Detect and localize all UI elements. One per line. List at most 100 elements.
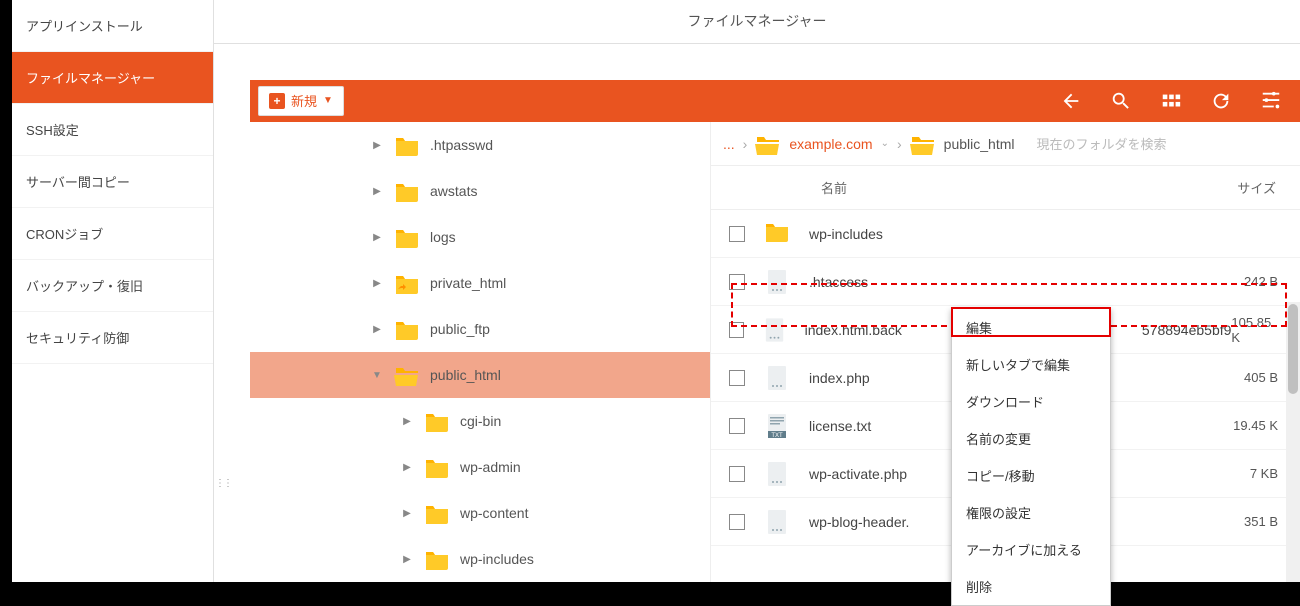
context-menu: 編集新しいタブで編集ダウンロード名前の変更コピー/移動権限の設定アーカイブに加え… <box>951 308 1111 606</box>
tree-item-label: wp-includes <box>460 551 534 567</box>
sidebar-item[interactable]: サーバー間コピー <box>12 156 213 208</box>
refresh-icon[interactable] <box>1210 90 1232 112</box>
expander-icon[interactable]: ▼ <box>370 370 384 381</box>
context-menu-item[interactable]: ダウンロード <box>952 383 1110 420</box>
tree-item[interactable]: ▶ .htpasswd <box>250 122 710 168</box>
tree-item[interactable]: ▶ private_html <box>250 260 710 306</box>
folder-icon <box>424 548 450 570</box>
sidebar-item[interactable]: セキュリティ防御 <box>12 312 213 364</box>
sidebar: アプリインストールファイルマネージャーSSH設定サーバー間コピーCRONジョブバ… <box>12 0 214 582</box>
expander-icon[interactable]: ▶ <box>370 232 384 243</box>
grid-icon[interactable] <box>1160 90 1182 112</box>
tree-item[interactable]: ▶ wp-admin <box>250 444 710 490</box>
folder-icon <box>394 364 420 386</box>
main-area: ファイルマネージャー + 新規 ▼ ▶ .htpasswd ▶ awstats ▶ log… <box>214 0 1300 582</box>
row-checkbox[interactable] <box>729 466 745 482</box>
expander-icon[interactable]: ▶ <box>370 324 384 335</box>
tree-item[interactable]: ▶ public_ftp <box>250 306 710 352</box>
sidebar-item[interactable]: バックアップ・復旧 <box>12 260 213 312</box>
folder-icon <box>394 180 420 202</box>
file-row[interactable]: wp-includes <box>711 210 1300 258</box>
tree-item-label: public_html <box>430 367 501 383</box>
tree-item-label: private_html <box>430 275 506 291</box>
folder-icon <box>755 133 781 155</box>
sidebar-item[interactable]: CRONジョブ <box>12 208 213 260</box>
new-button[interactable]: + 新規 ▼ <box>258 86 344 116</box>
new-button-label: 新規 <box>291 91 317 110</box>
sidebar-item[interactable]: SSH設定 <box>12 104 213 156</box>
folder-icon <box>394 134 420 156</box>
file-icon <box>763 508 791 536</box>
expander-icon[interactable]: ▶ <box>400 554 414 565</box>
file-name: .htaccess <box>809 274 1244 290</box>
chevron-right-icon: › <box>897 136 902 152</box>
back-icon[interactable] <box>1060 90 1082 112</box>
sidebar-item[interactable]: アプリインストール <box>12 0 213 52</box>
row-checkbox[interactable] <box>729 226 745 242</box>
settings-icon[interactable] <box>1260 90 1282 112</box>
context-menu-item[interactable]: 名前の変更 <box>952 420 1110 457</box>
folder-tree: ▶ .htpasswd ▶ awstats ▶ logs ▶ private_html ▶ pub… <box>250 122 710 582</box>
chevron-right-icon: › <box>743 136 748 152</box>
tree-item[interactable]: ▶ wp-includes <box>250 536 710 582</box>
file-size: 242 B <box>1244 274 1300 289</box>
tree-item-label: wp-admin <box>460 459 521 475</box>
folder-icon <box>910 133 936 155</box>
tree-item-label: public_ftp <box>430 321 490 337</box>
tree-item-label: wp-content <box>460 505 528 521</box>
expander-icon[interactable]: ▶ <box>370 278 384 289</box>
file-icon <box>763 364 791 392</box>
context-menu-item[interactable]: 編集 <box>952 309 1110 346</box>
folder-icon <box>424 502 450 524</box>
sidebar-item[interactable]: ファイルマネージャー <box>12 52 213 104</box>
file-row[interactable]: .htaccess242 B <box>711 258 1300 306</box>
column-name[interactable]: 名前 <box>821 178 847 197</box>
context-menu-item[interactable]: アーカイブに加える <box>952 531 1110 568</box>
file-icon <box>763 460 791 488</box>
context-menu-item[interactable]: コピー/移動 <box>952 457 1110 494</box>
page-title: ファイルマネージャー <box>687 11 826 31</box>
context-menu-item[interactable]: 権限の設定 <box>952 494 1110 531</box>
tree-item[interactable]: ▼ public_html <box>250 352 710 398</box>
chevron-down-icon[interactable]: ⌄ <box>881 138 889 149</box>
expander-icon[interactable]: ▶ <box>400 416 414 427</box>
tree-item[interactable]: ▶ cgi-bin <box>250 398 710 444</box>
file-name-suffix: 578894eb5bf9 <box>1142 322 1232 338</box>
expander-icon[interactable]: ▶ <box>400 508 414 519</box>
tree-item[interactable]: ▶ logs <box>250 214 710 260</box>
folder-icon <box>763 220 791 248</box>
row-checkbox[interactable] <box>729 370 745 386</box>
row-checkbox[interactable] <box>729 514 745 530</box>
breadcrumb-parent[interactable]: example.com <box>789 136 872 152</box>
search-icon[interactable] <box>1110 90 1132 112</box>
folder-icon <box>394 272 420 294</box>
page-header: ファイルマネージャー <box>214 0 1300 44</box>
tree-item-label: awstats <box>430 183 477 199</box>
tree-item[interactable]: ▶ awstats <box>250 168 710 214</box>
column-size[interactable]: サイズ <box>1237 178 1300 197</box>
row-checkbox[interactable] <box>729 322 744 338</box>
row-checkbox[interactable] <box>729 418 745 434</box>
breadcrumb-ellipsis[interactable]: ... <box>723 136 735 152</box>
tree-item[interactable]: ▶ wp-content <box>250 490 710 536</box>
plus-icon: + <box>269 93 285 109</box>
file-icon <box>763 268 791 296</box>
scrollbar-thumb[interactable] <box>1288 304 1298 394</box>
list-header: 名前 サイズ <box>711 166 1300 210</box>
toolbar: + 新規 ▼ <box>250 80 1300 122</box>
breadcrumb: ... › example.com ⌄ › public_html 現在のフォル… <box>711 122 1300 166</box>
file-icon <box>762 316 787 344</box>
folder-search-input[interactable]: 現在のフォルダを検索 <box>1037 134 1167 153</box>
pane-resize-handle[interactable]: ⋮⋮ <box>215 478 231 489</box>
context-menu-item[interactable]: 新しいタブで編集 <box>952 346 1110 383</box>
context-menu-item[interactable]: 削除 <box>952 568 1110 605</box>
folder-icon <box>394 318 420 340</box>
tree-item-label: .htpasswd <box>430 137 493 153</box>
expander-icon[interactable]: ▶ <box>370 186 384 197</box>
breadcrumb-current[interactable]: public_html <box>944 136 1015 152</box>
expander-icon[interactable]: ▶ <box>400 462 414 473</box>
expander-icon[interactable]: ▶ <box>370 140 384 151</box>
tree-item-label: cgi-bin <box>460 413 501 429</box>
tree-item-label: logs <box>430 229 456 245</box>
row-checkbox[interactable] <box>729 274 745 290</box>
